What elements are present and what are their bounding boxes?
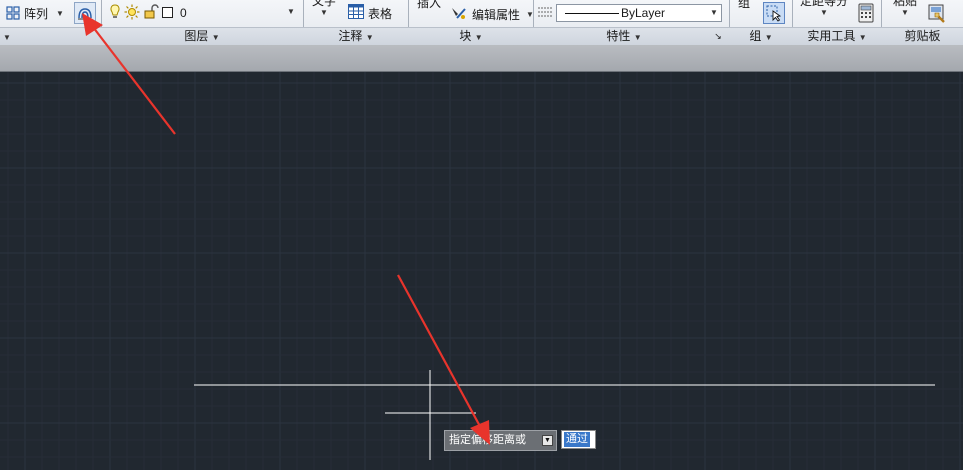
panel-title-layers-label: 图层 (184, 29, 209, 43)
linetype-select-value: ByLayer (621, 6, 666, 20)
group-select-button[interactable] (763, 2, 785, 24)
prompt-text: 指定偏移距离或 (449, 434, 526, 446)
paste-button[interactable]: 粘贴 ▼ (890, 0, 920, 24)
array-button[interactable]: 阵列 ▼ (6, 3, 64, 23)
panel-title-properties[interactable]: 特性 ▼ (534, 28, 714, 45)
linetype-select[interactable]: ByLayer ▼ (556, 4, 722, 22)
dynamic-input-prompt: 指定偏移距离或 ▼ (444, 430, 557, 451)
edit-attribute-label: 编辑属性 (472, 7, 521, 22)
insert-label: 插入 (417, 0, 442, 10)
panel-title-block-label: 块 (459, 29, 472, 43)
linetype-icon (538, 6, 552, 21)
edit-attribute-icon (450, 5, 468, 24)
insert-button[interactable]: 插入 (417, 0, 442, 10)
chevron-down-icon: ▼ (211, 33, 220, 42)
group-label: 组 (738, 0, 751, 10)
dynamic-input-value: 通过 (564, 432, 590, 447)
text-button[interactable]: 文字 ▼ (310, 0, 338, 24)
calculator-icon (857, 3, 875, 26)
panel-title-utilities-label: 实用工具 (807, 29, 856, 43)
array-label: 阵列 (24, 6, 49, 21)
dynamic-input-field[interactable]: 通过 (561, 430, 596, 449)
drawing-geometry (194, 370, 935, 460)
layer-on-icon[interactable] (108, 4, 122, 23)
panel-title-bar: ▼ 图层 ▼ 注释 ▼ 块 ▼ 特性 ▼ ↘ 组 ▼ 实用工具 ▼ 剪贴板 (0, 27, 963, 45)
chevron-down-icon: ▼ (858, 33, 867, 42)
match-properties-button[interactable] (927, 3, 947, 23)
layer-color-swatch (162, 7, 173, 18)
table-icon (348, 4, 364, 22)
file-tab-bar (0, 45, 963, 72)
prompt-options-icon[interactable]: ▼ (542, 435, 553, 446)
ribbon: 阵列 ▼ 0 ▼ 文字 ▼ 表格 插入 编辑属性 ▼ ByLayer ▼ 组 定… (0, 0, 963, 45)
panel-title-annotation[interactable]: 注释 ▼ (304, 28, 408, 45)
table-label: 表格 (368, 6, 393, 21)
offset-icon (75, 8, 95, 26)
table-button[interactable]: 表格 (348, 4, 392, 22)
layer-select-value: 0 (180, 6, 187, 20)
panel-title-block[interactable]: 块 ▼ (409, 28, 533, 45)
drawing-canvas[interactable] (0, 72, 963, 470)
chevron-down-icon: ▼ (474, 33, 483, 42)
panel-title-annotation-label: 注释 (338, 29, 363, 43)
chevron-down-icon: ▼ (3, 33, 11, 42)
chevron-down-icon: ▼ (287, 7, 295, 16)
text-label: 文字 (311, 0, 336, 8)
match-properties-icon (927, 4, 947, 26)
array-icon (6, 6, 20, 20)
layer-select[interactable]: 0 ▼ (176, 4, 298, 22)
freeze-sun-icon[interactable] (124, 4, 140, 23)
panel-title-modify-chevron[interactable]: ▼ (0, 28, 14, 45)
chevron-down-icon: ▼ (820, 8, 828, 17)
edit-attribute-button[interactable]: 编辑属性 ▼ (450, 5, 534, 23)
group-button[interactable]: 组 (738, 0, 750, 11)
measure-label: 定距等分 (800, 0, 849, 8)
panel-title-group[interactable]: 组 ▼ (730, 28, 792, 45)
offset-tool-button[interactable] (74, 2, 96, 24)
panel-title-clipboard[interactable]: 剪贴板 (882, 28, 963, 45)
panel-title-layers[interactable]: 图层 ▼ (102, 28, 302, 45)
properties-dialog-launcher-icon[interactable]: ↘ (710, 28, 726, 45)
paste-label: 粘贴 (892, 0, 917, 8)
chevron-down-icon: ▼ (901, 8, 909, 17)
chevron-down-icon: ▼ (633, 33, 642, 42)
panel-title-clipboard-label: 剪贴板 (904, 29, 941, 43)
calculator-button[interactable] (857, 3, 875, 23)
panel-title-properties-label: 特性 (606, 29, 631, 43)
chevron-down-icon: ▼ (365, 33, 374, 42)
group-selection-icon (764, 5, 784, 26)
chevron-down-icon: ▼ (56, 8, 64, 18)
chevron-down-icon: ▼ (764, 33, 773, 42)
panel-title-group-label: 组 (749, 29, 762, 43)
measure-button[interactable]: 定距等分 ▼ (800, 0, 848, 24)
panel-title-utilities[interactable]: 实用工具 ▼ (793, 28, 881, 45)
chevron-down-icon: ▼ (320, 8, 328, 17)
chevron-down-icon: ▼ (710, 8, 718, 17)
unlock-icon[interactable] (143, 4, 159, 23)
linetype-preview-line (565, 13, 619, 14)
